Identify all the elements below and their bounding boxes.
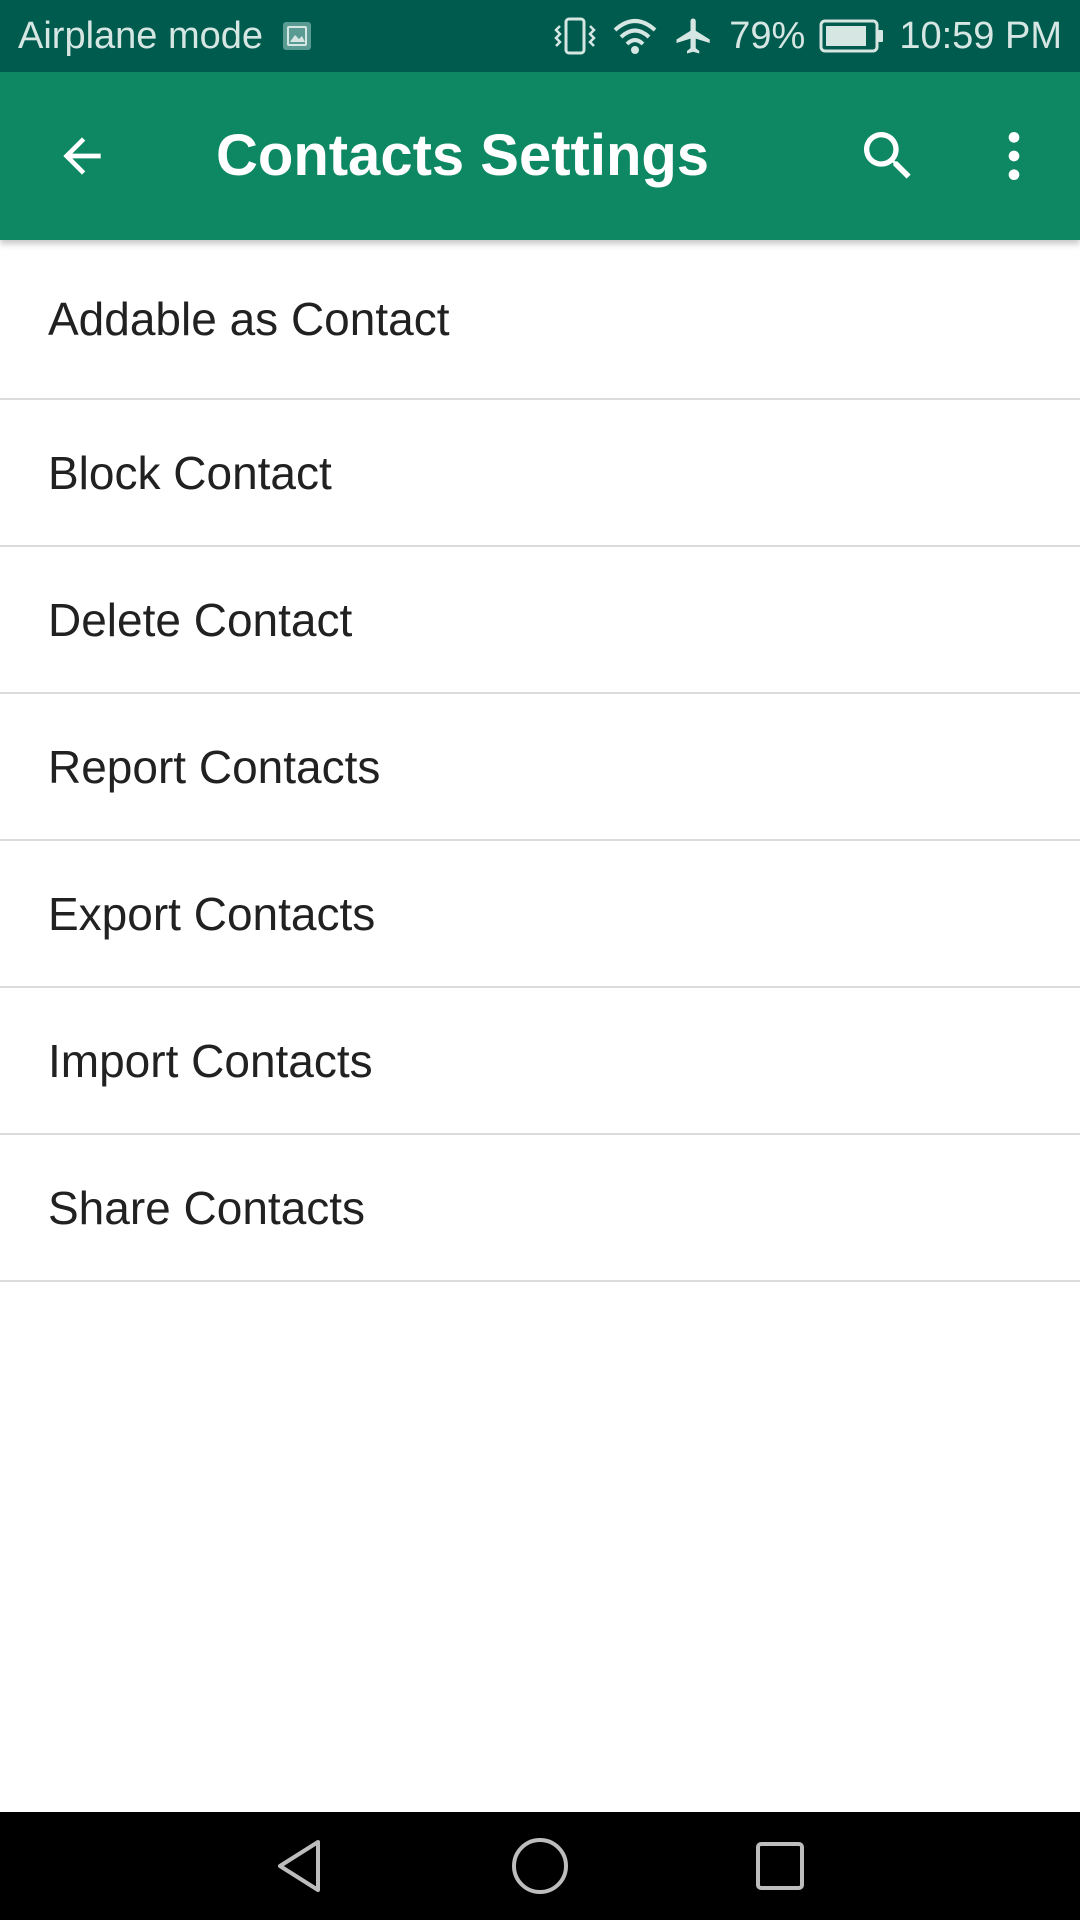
nav-recent-button[interactable] — [744, 1830, 816, 1902]
setting-addable-as-contact[interactable]: Addable as Contact — [0, 240, 1080, 400]
status-bar: Airplane mode 79% 10:59 PM — [0, 0, 1080, 72]
airplane-mode-text: Airplane mode — [18, 14, 264, 57]
nav-home-icon — [512, 1838, 568, 1894]
search-button[interactable] — [846, 114, 930, 198]
screen: Airplane mode 79% 10:59 PM Contacts Sett… — [0, 0, 1080, 1920]
setting-import-contacts[interactable]: Import Contacts — [0, 988, 1080, 1135]
status-left: Airplane mode — [18, 15, 313, 58]
navigation-bar — [0, 1812, 1080, 1920]
status-right: 79% 10:59 PM — [553, 15, 1062, 58]
nav-back-icon — [278, 1840, 320, 1892]
settings-list: Addable as Contact Block Contact Delete … — [0, 240, 1080, 1282]
more-options-button[interactable] — [972, 114, 1056, 198]
setting-export-contacts[interactable]: Export Contacts — [0, 841, 1080, 988]
page-title: Contacts Settings — [216, 123, 710, 188]
battery-percent: 79% — [729, 14, 806, 57]
setting-report-contacts[interactable]: Report Contacts — [0, 694, 1080, 841]
setting-label: Share Contacts — [48, 1181, 366, 1234]
setting-label: Import Contacts — [48, 1034, 373, 1087]
setting-label: Block Contact — [48, 446, 332, 499]
setting-block-contact[interactable]: Block Contact — [0, 400, 1080, 547]
nav-recent-icon — [756, 1842, 804, 1890]
setting-label: Addable as Contact — [48, 293, 450, 345]
nav-home-button[interactable] — [504, 1830, 576, 1902]
setting-label: Delete Contact — [48, 593, 353, 646]
app-bar: Contacts Settings — [0, 72, 1080, 240]
setting-delete-contact[interactable]: Delete Contact — [0, 547, 1080, 694]
vibrate-icon — [553, 16, 597, 56]
wifi-icon — [611, 16, 659, 56]
airplane-icon — [673, 15, 715, 57]
battery-icon — [819, 19, 885, 53]
back-arrow-icon — [63, 137, 101, 175]
setting-label: Report Contacts — [48, 740, 381, 793]
search-icon — [864, 132, 911, 179]
setting-share-contacts[interactable]: Share Contacts — [0, 1135, 1080, 1282]
image-notification-icon — [281, 20, 313, 52]
more-vert-icon — [1008, 132, 1020, 180]
nav-back-button[interactable] — [264, 1830, 336, 1902]
back-button[interactable] — [40, 114, 124, 198]
setting-label: Export Contacts — [48, 887, 376, 940]
status-time: 10:59 PM — [899, 14, 1062, 57]
